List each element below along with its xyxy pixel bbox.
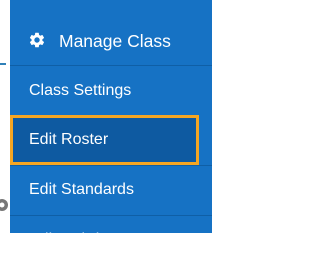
menu-item-label: Edit Rubrics bbox=[29, 231, 116, 248]
menu-title: Manage Class bbox=[59, 31, 171, 51]
menu-item-edit-rubrics[interactable]: Edit Rubrics bbox=[10, 216, 212, 264]
menu-item-label: Edit Standards bbox=[29, 181, 134, 198]
menu-item-edit-standards[interactable]: Edit Standards bbox=[10, 166, 212, 214]
manage-class-button[interactable]: Manage Class bbox=[10, 0, 212, 66]
menu-item-label: Class Settings bbox=[29, 82, 132, 99]
gear-icon bbox=[0, 199, 8, 211]
page-divider bbox=[0, 63, 6, 65]
menu-item-edit-roster[interactable]: Edit Roster bbox=[10, 115, 199, 165]
menu-item-class-settings[interactable]: Class Settings bbox=[10, 67, 212, 115]
manage-class-menu: Manage Class Class Settings Edit Roster … bbox=[10, 0, 212, 248]
gear-icon bbox=[29, 32, 45, 48]
menu-item-label: Edit Roster bbox=[29, 131, 109, 148]
